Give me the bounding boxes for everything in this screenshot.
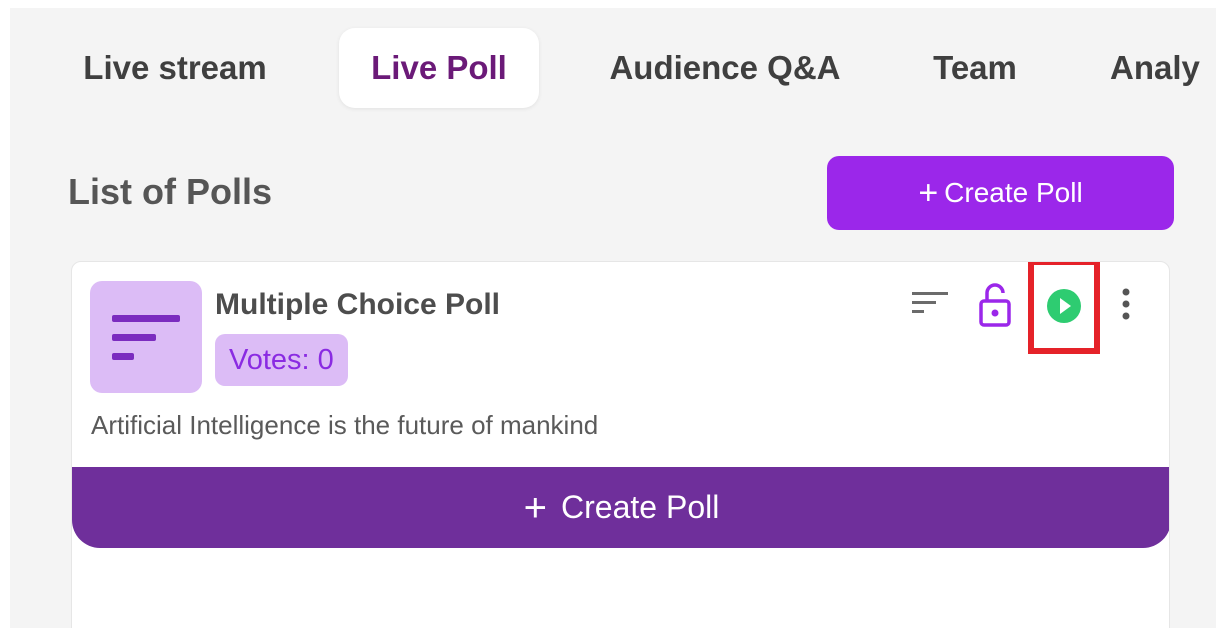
plus-icon: + <box>523 485 548 530</box>
votes-label: Votes: 0 <box>229 343 334 376</box>
poll-description: Artificial Intelligence is the future of… <box>91 410 599 440</box>
page-title: List of Polls <box>68 171 273 212</box>
create-poll-footer-label: Create Poll <box>561 489 720 525</box>
create-poll-label: Create Poll <box>944 177 1083 208</box>
tab-label: Team <box>933 49 1017 86</box>
tab-audience-qa[interactable]: Audience Q&A <box>590 28 860 108</box>
plus-icon: + <box>918 174 939 212</box>
tab-label: Live stream <box>83 49 267 86</box>
tab-label: Audience Q&A <box>609 49 841 86</box>
app-stage: Live stream Live Poll Audience Q&A Team … <box>10 8 1216 628</box>
more-vertical-icon <box>1122 288 1130 320</box>
tab-team[interactable]: Team <box>920 28 1030 108</box>
tab-live-stream[interactable]: Live stream <box>10 28 340 108</box>
create-poll-footer-button[interactable]: + Create Poll <box>72 467 1169 548</box>
create-poll-button[interactable]: + Create Poll <box>827 156 1174 230</box>
unlock-icon <box>979 283 1011 327</box>
poll-type-icon <box>90 281 202 393</box>
votes-badge: Votes: 0 <box>215 334 348 386</box>
tab-label: Analy <box>1110 49 1200 86</box>
lines-icon <box>112 315 180 360</box>
poll-card[interactable]: Multiple Choice Poll Votes: 0 Artificial… <box>71 261 1170 628</box>
tab-label: Live Poll <box>371 49 507 86</box>
unlock-button[interactable] <box>975 280 1015 328</box>
tab-analytics[interactable]: Analy <box>1110 28 1216 108</box>
sort-icon <box>912 292 948 313</box>
tab-live-poll[interactable]: Live Poll <box>339 28 539 108</box>
more-options-button[interactable] <box>1112 284 1140 328</box>
highlight-box <box>1028 262 1100 354</box>
poll-title: Multiple Choice Poll <box>215 288 501 321</box>
sort-button[interactable] <box>910 288 950 318</box>
